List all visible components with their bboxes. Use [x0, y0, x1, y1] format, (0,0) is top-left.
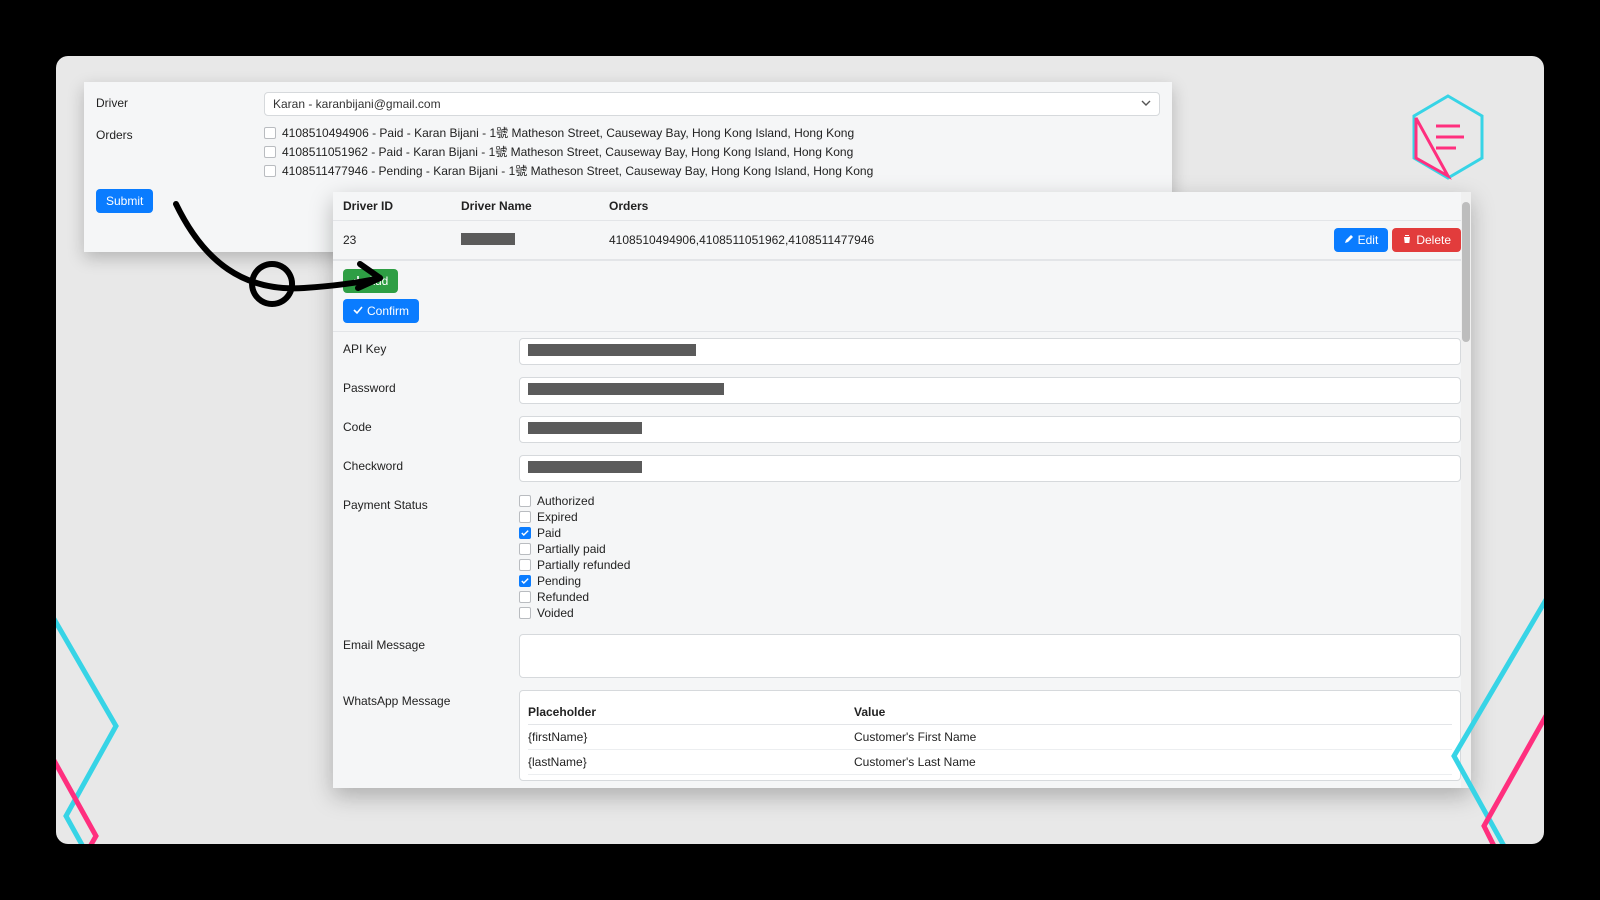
redacted-value	[528, 344, 696, 356]
placeholder-key: {firstName}	[528, 730, 854, 744]
col-value: Value	[854, 705, 1452, 719]
placeholder-row: {firstName}Customer's First Name	[528, 725, 1452, 750]
driver-label: Driver	[96, 92, 264, 110]
email-message-label: Email Message	[343, 634, 519, 652]
placeholder-value: Customer's Last Name	[854, 755, 1452, 769]
whatsapp-message-input[interactable]: PlaceholderValue {firstName}Customer's F…	[519, 690, 1461, 781]
col-driver-name: Driver Name	[461, 199, 609, 213]
code-input[interactable]	[519, 416, 1461, 443]
status-checkbox-row[interactable]: Pending	[519, 574, 1461, 588]
checkbox-icon[interactable]	[264, 146, 276, 158]
checkword-input[interactable]	[519, 455, 1461, 482]
checkbox-icon[interactable]	[519, 591, 531, 603]
driver-select-value: Karan - karanbijani@gmail.com	[273, 97, 441, 111]
chevron-down-icon	[1141, 97, 1151, 111]
code-label: Code	[343, 416, 519, 434]
placeholder-key: {lastName}	[528, 755, 854, 769]
table-row: 23 4108510494906,4108511051962,410851147…	[333, 221, 1471, 260]
hex-logo	[1408, 92, 1488, 182]
check-icon	[353, 304, 363, 318]
redacted-name	[461, 233, 515, 245]
placeholder-table: PlaceholderValue {firstName}Customer's F…	[528, 700, 1452, 775]
plus-icon	[353, 274, 363, 288]
driver-select[interactable]: Karan - karanbijani@gmail.com	[264, 92, 1160, 116]
api-key-input[interactable]	[519, 338, 1461, 365]
edit-button[interactable]: Edit	[1334, 228, 1389, 252]
status-checkbox-row[interactable]: Authorized	[519, 494, 1461, 508]
checkbox-icon[interactable]	[519, 511, 531, 523]
checkbox-icon[interactable]	[264, 127, 276, 139]
status-checkbox-row[interactable]: Partially refunded	[519, 558, 1461, 572]
cell-driver-id: 23	[343, 233, 461, 247]
checkbox-icon[interactable]	[519, 543, 531, 555]
delete-button[interactable]: Delete	[1392, 228, 1461, 252]
col-driver-id: Driver ID	[343, 199, 461, 213]
col-orders: Orders	[609, 199, 1261, 213]
order-text: 4108511051962 - Paid - Karan Bijani - 1號…	[282, 143, 853, 160]
api-key-label: API Key	[343, 338, 519, 356]
status-checkbox-row[interactable]: Partially paid	[519, 542, 1461, 556]
status-label: Refunded	[537, 590, 589, 604]
stage: Driver Karan - karanbijani@gmail.com Ord…	[56, 56, 1544, 844]
driver-table: Driver ID Driver Name Orders 23 41085104…	[333, 192, 1471, 261]
order-checkbox-row[interactable]: 4108511051962 - Paid - Karan Bijani - 1號…	[264, 143, 1160, 160]
scrollbar-track[interactable]	[1461, 192, 1471, 788]
checkbox-icon[interactable]	[264, 165, 276, 177]
edit-icon	[1344, 233, 1354, 247]
status-checkbox-row[interactable]: Paid	[519, 526, 1461, 540]
checkbox-icon[interactable]	[519, 607, 531, 619]
redacted-value	[528, 461, 642, 473]
confirm-button[interactable]: Confirm	[343, 299, 419, 323]
status-checkbox-row[interactable]: Refunded	[519, 590, 1461, 604]
status-label: Partially paid	[537, 542, 606, 556]
order-checkbox-row[interactable]: 4108511477946 - Pending - Karan Bijani -…	[264, 162, 1160, 179]
checkbox-icon[interactable]	[519, 495, 531, 507]
checkbox-icon[interactable]	[519, 527, 531, 539]
order-checkbox-row[interactable]: 4108510494906 - Paid - Karan Bijani - 1號…	[264, 124, 1160, 141]
placeholder-value: Customer's First Name	[854, 730, 1452, 744]
redacted-value	[528, 383, 724, 395]
col-placeholder: Placeholder	[528, 705, 854, 719]
checkword-label: Checkword	[343, 455, 519, 473]
checkbox-icon[interactable]	[519, 559, 531, 571]
scrollbar-thumb[interactable]	[1462, 202, 1470, 342]
trash-icon	[1402, 233, 1412, 247]
password-input[interactable]	[519, 377, 1461, 404]
email-message-input[interactable]	[519, 634, 1461, 678]
status-label: Partially refunded	[537, 558, 630, 572]
status-checkbox-row[interactable]: Voided	[519, 606, 1461, 620]
password-label: Password	[343, 377, 519, 395]
order-text: 4108511477946 - Pending - Karan Bijani -…	[282, 162, 873, 179]
status-label: Pending	[537, 574, 581, 588]
placeholder-row: {lastName}Customer's Last Name	[528, 750, 1452, 775]
status-label: Voided	[537, 606, 574, 620]
whatsapp-message-label: WhatsApp Message	[343, 690, 519, 708]
checkbox-icon[interactable]	[519, 575, 531, 587]
add-button[interactable]: Add	[343, 269, 398, 293]
status-label: Paid	[537, 526, 561, 540]
status-checkbox-row[interactable]: Expired	[519, 510, 1461, 524]
status-label: Authorized	[537, 494, 594, 508]
deco-left	[56, 536, 216, 844]
status-label: Expired	[537, 510, 578, 524]
redacted-value	[528, 422, 642, 434]
submit-button[interactable]: Submit	[96, 189, 153, 213]
orders-label: Orders	[96, 124, 264, 142]
order-text: 4108510494906 - Paid - Karan Bijani - 1號…	[282, 124, 854, 141]
cell-orders: 4108510494906,4108511051962,410851147794…	[609, 233, 1261, 247]
lower-panel: Driver ID Driver Name Orders 23 41085104…	[333, 192, 1471, 788]
payment-status-label: Payment Status	[343, 494, 519, 512]
